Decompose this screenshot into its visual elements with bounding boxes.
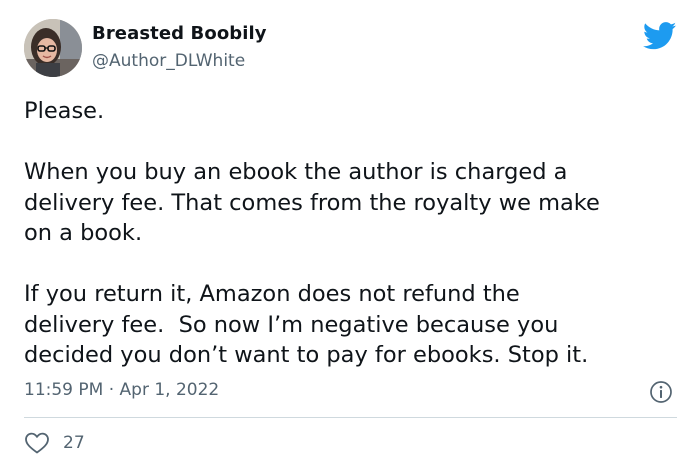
tweet-time[interactable]: 11:59 PM — [24, 380, 103, 400]
heart-icon[interactable] — [24, 431, 50, 455]
avatar[interactable] — [24, 19, 82, 77]
divider — [24, 417, 677, 418]
display-name[interactable]: Breasted Boobily — [92, 23, 267, 44]
twitter-bird-icon[interactable] — [642, 22, 677, 50]
like-count: 27 — [63, 433, 85, 453]
user-handle[interactable]: @Author_DLWhite — [92, 51, 245, 71]
info-icon[interactable] — [649, 380, 673, 404]
tweet-text: Please. When you buy an ebook the author… — [24, 98, 600, 368]
meta-separator: · — [108, 380, 115, 400]
tweet-card: Breasted Boobily @Author_DLWhite Please.… — [0, 0, 700, 471]
tweet-date[interactable]: Apr 1, 2022 — [120, 380, 220, 400]
like-button[interactable]: 27 — [24, 429, 85, 457]
tweet-timestamp[interactable]: 11:59 PM · Apr 1, 2022 — [24, 380, 219, 400]
